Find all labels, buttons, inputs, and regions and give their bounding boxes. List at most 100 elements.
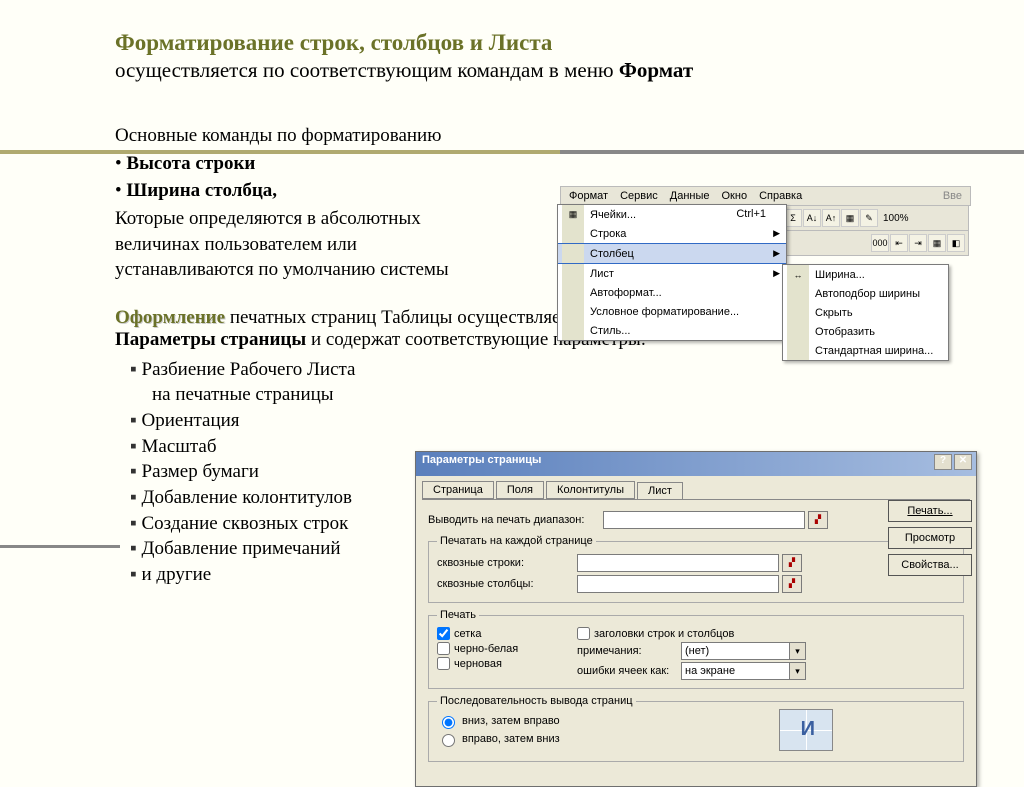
page-title: Форматирование строк, столбцов и Листа xyxy=(115,30,974,56)
section1-rest: Которые определяются в абсолютных величи… xyxy=(115,206,495,283)
menu-tools[interactable]: Сервис xyxy=(614,189,664,203)
menu-condfmt-label: Условное форматирование... xyxy=(590,306,739,318)
range-picker-icon[interactable]: ▞ xyxy=(808,511,828,529)
order-down-radio[interactable] xyxy=(442,716,455,729)
properties-button[interactable]: Свойства... xyxy=(888,554,972,576)
bullet-width: Ширина столбца, xyxy=(126,180,277,201)
param-7: и другие xyxy=(142,564,212,585)
grid-label: сетка xyxy=(454,628,481,640)
print-legend: Печать xyxy=(437,609,479,621)
zoom-box[interactable]: 100% xyxy=(879,213,913,224)
through-cols-label: сквозные столбцы: xyxy=(437,578,577,590)
headings-checkbox[interactable] xyxy=(577,627,590,640)
param-4: Добавление колонтитулов xyxy=(142,487,353,508)
print-range-input[interactable] xyxy=(603,511,805,529)
menu-data[interactable]: Данные xyxy=(664,189,716,203)
param-1: Ориентация xyxy=(142,410,240,431)
draft-checkbox[interactable] xyxy=(437,657,450,670)
tab-margins[interactable]: Поля xyxy=(496,481,544,499)
dialog-tabs: Страница Поля Колонтитулы Лист xyxy=(416,476,976,499)
through-rows-input[interactable] xyxy=(577,554,779,572)
cells-icon: ▦ xyxy=(562,205,584,224)
dialog-titlebar: Параметры страницы ? ✕ xyxy=(416,452,976,476)
print-button[interactable]: Печать... xyxy=(888,500,972,522)
menu-style[interactable]: Стиль... xyxy=(558,321,786,340)
param-6: Добавление примечаний xyxy=(142,538,341,559)
notes-label: примечания: xyxy=(577,645,677,657)
arrow-icon: ▶ xyxy=(773,268,780,279)
indent-dec-icon[interactable]: ⇤ xyxy=(890,234,908,252)
divider-left xyxy=(0,545,120,548)
errors-label: ошибки ячеек как: xyxy=(577,665,677,677)
oformlenie: Оформление xyxy=(115,307,225,328)
excel-menu-screenshot: Формат Сервис Данные Окно Справка Вве Σ … xyxy=(560,186,971,256)
sub-unhide-label: Отобразить xyxy=(815,326,875,338)
param-0b: на печатные страницы xyxy=(152,384,334,405)
sub-stdwidth[interactable]: Стандартная ширина... xyxy=(783,341,948,360)
arrow-icon: ▶ xyxy=(773,228,780,239)
sub-width[interactable]: ↔ Ширина... xyxy=(783,265,948,284)
errors-combo[interactable]: на экране▾ xyxy=(681,662,806,680)
through-cols-input[interactable] xyxy=(577,575,779,593)
order-arrow-icon: И xyxy=(801,718,815,741)
draft-label: черновая xyxy=(454,658,502,670)
order-right-radio[interactable] xyxy=(442,734,455,747)
sort-asc-icon[interactable]: A↓ xyxy=(803,209,821,227)
menu-column-label: Столбец xyxy=(590,248,634,260)
dialog-body: Печать... Просмотр Свойства... Выводить … xyxy=(422,499,970,780)
menu-cells-shortcut: Ctrl+1 xyxy=(736,208,766,220)
each-page-group: Печатать на каждой странице сквозные стр… xyxy=(428,535,964,603)
order-right-label: вправо, затем вниз xyxy=(462,733,560,745)
tab-sheet[interactable]: Лист xyxy=(637,482,683,500)
notes-combo[interactable]: (нет)▾ xyxy=(681,642,806,660)
menu-autoformat-label: Автоформат... xyxy=(590,287,662,299)
menu-sheet[interactable]: Лист ▶ xyxy=(558,264,786,283)
params-bold: Параметры страницы xyxy=(115,329,306,350)
grid-checkbox[interactable] xyxy=(437,627,450,640)
bw-checkbox[interactable] xyxy=(437,642,450,655)
menu-cells[interactable]: ▦ Ячейки... Ctrl+1 xyxy=(558,205,786,224)
sub-width-label: Ширина... xyxy=(815,269,865,281)
chart-icon[interactable]: ▦ xyxy=(841,209,859,227)
menu-column[interactable]: Столбец ▶ xyxy=(558,243,786,264)
range-picker-icon[interactable]: ▞ xyxy=(782,575,802,593)
divider xyxy=(0,150,1024,154)
sub-autofit[interactable]: Автоподбор ширины xyxy=(783,284,948,303)
width-icon: ↔ xyxy=(787,265,809,284)
drawing-icon[interactable]: ✎ xyxy=(860,209,878,227)
menu-format[interactable]: Формат xyxy=(563,189,614,203)
sub-hide-label: Скрыть xyxy=(815,307,853,319)
chevron-down-icon: ▾ xyxy=(789,643,805,659)
indent-inc-icon[interactable]: ⇥ xyxy=(909,234,927,252)
tab-headers[interactable]: Колонтитулы xyxy=(546,481,635,499)
sub-stdwidth-label: Стандартная ширина... xyxy=(815,345,933,357)
order-group: Последовательность вывода страниц вниз, … xyxy=(428,695,964,762)
menu-autoformat[interactable]: Автоформат... xyxy=(558,283,786,302)
range-picker-icon[interactable]: ▞ xyxy=(782,554,802,572)
borders-icon[interactable]: ▦ xyxy=(928,234,946,252)
param-5: Создание сквозных строк xyxy=(142,513,349,534)
menu-cells-label: Ячейки... xyxy=(590,209,636,221)
help-icon[interactable]: ? xyxy=(934,454,952,470)
subtitle-text: осуществляется по соответствующим команд… xyxy=(115,58,619,82)
menu-window[interactable]: Окно xyxy=(716,189,754,203)
fill-icon[interactable]: ◧ xyxy=(947,234,965,252)
tab-page[interactable]: Страница xyxy=(422,481,494,499)
sub-unhide[interactable]: Отобразить xyxy=(783,322,948,341)
param-3: Размер бумаги xyxy=(142,461,259,482)
help-field[interactable]: Вве xyxy=(937,189,968,203)
format-btn[interactable]: 000 xyxy=(871,234,889,252)
arrow-icon: ▶ xyxy=(773,248,780,259)
menu-row-label: Строка xyxy=(590,228,626,240)
chevron-down-icon: ▾ xyxy=(789,663,805,679)
format-dropdown: ▦ Ячейки... Ctrl+1 Строка ▶ Столбец ▶ Ли… xyxy=(557,204,787,341)
print-range-label: Выводить на печать диапазон: xyxy=(428,514,603,526)
sort-desc-icon[interactable]: A↑ xyxy=(822,209,840,227)
sub-hide[interactable]: Скрыть xyxy=(783,303,948,322)
preview-button[interactable]: Просмотр xyxy=(888,527,972,549)
section1: Основные команды по форматированию Высот… xyxy=(115,123,495,283)
menu-condfmt[interactable]: Условное форматирование... xyxy=(558,302,786,321)
menu-row[interactable]: Строка ▶ xyxy=(558,224,786,243)
menu-help[interactable]: Справка xyxy=(753,189,808,203)
close-icon[interactable]: ✕ xyxy=(954,454,972,470)
